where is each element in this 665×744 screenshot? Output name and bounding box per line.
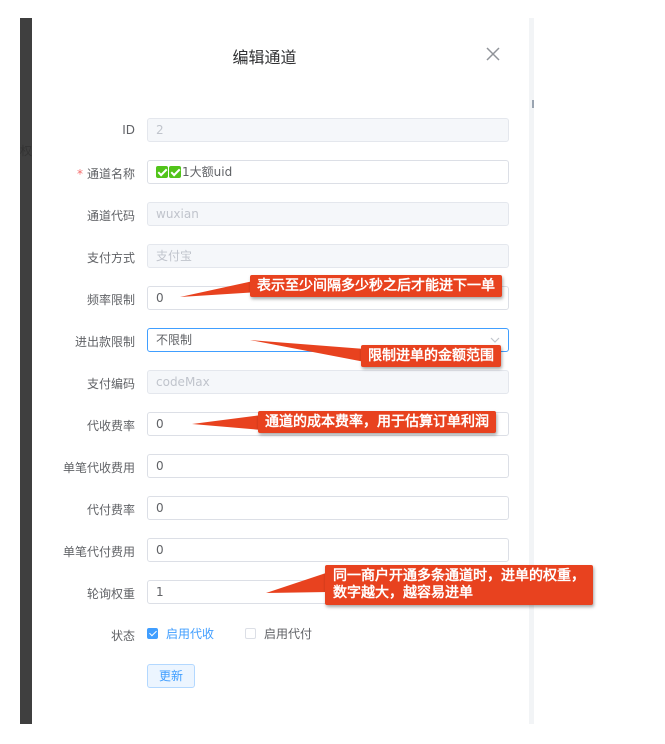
dialog-title: 编辑通道 (232, 48, 297, 67)
status-label: 状态 (110, 629, 135, 643)
chevron-down-icon (490, 337, 500, 343)
collect-fee-input[interactable]: 0 (147, 454, 509, 478)
code-label: 通道代码 (86, 209, 135, 223)
pay-method-input[interactable]: 支付宝 (147, 244, 509, 268)
annotation-weight-line2: 数字越大，越容易进单 (333, 585, 473, 601)
frequency-label: 频率限制 (86, 293, 135, 307)
close-icon (486, 47, 500, 61)
id-label: ID (122, 123, 135, 137)
dialog-header: 编辑通道 (32, 18, 529, 88)
background-tick (532, 100, 534, 108)
payout-rate-input[interactable]: 0 (147, 496, 509, 520)
background-partial-text: 权 (20, 144, 33, 158)
payout-fee-label: 单笔代付费用 (62, 545, 135, 559)
close-button[interactable] (485, 46, 501, 62)
id-input[interactable]: 2 (147, 118, 509, 142)
pay-code-input[interactable]: codeMax (147, 370, 509, 394)
enable-payout-label: 启用代付 (264, 627, 313, 641)
annotation-amount-range: 限制进单的金额范围 (361, 345, 501, 367)
form-row-name: * 通道名称 1大额uid (32, 160, 529, 184)
enable-collect-checkbox[interactable]: 启用代收 (147, 625, 214, 642)
pay-code-label: 支付编码 (86, 377, 135, 391)
form-row-pay-method: 支付方式 支付宝 (32, 244, 529, 268)
in-out-limit-value: 不限制 (156, 333, 193, 347)
background-sidebar (20, 18, 32, 724)
update-button[interactable]: 更新 (147, 664, 195, 688)
annotation-frequency: 表示至少间隔多少秒之后才能进下一单 (250, 275, 502, 297)
name-input[interactable]: 1大额uid (147, 160, 509, 184)
form-row-id: ID 2 (32, 118, 529, 142)
check-mark-icon (169, 166, 181, 178)
annotation-weight: 同一商户开通多条通道时，进单的权重， 数字越大，越容易进单 (325, 565, 593, 605)
code-input[interactable]: wuxian (147, 202, 509, 226)
edit-channel-dialog: 编辑通道 ID 2 * 通道名称 1大额uid 通道代码 wuxian 支付方式 … (32, 18, 529, 724)
form-row-status: 状态 启用代收 启用代付 (32, 622, 529, 646)
form-row-pay-code: 支付编码 codeMax (32, 370, 529, 394)
check-mark-icon (156, 166, 168, 178)
annotation-cost-rate: 通道的成本费率，用于估算订单利润 (258, 411, 496, 433)
pay-method-label: 支付方式 (86, 251, 135, 265)
name-label: * 通道名称 (32, 165, 135, 182)
form-row-payout-fee: 单笔代付费用 0 (32, 538, 529, 562)
checkbox-unchecked-icon (245, 628, 256, 639)
form-row-collect-fee: 单笔代收费用 0 (32, 454, 529, 478)
weight-label: 轮询权重 (86, 587, 135, 601)
name-label-text: 通道名称 (86, 167, 135, 181)
collect-fee-label: 单笔代收费用 (62, 461, 135, 475)
enable-payout-checkbox[interactable]: 启用代付 (245, 625, 312, 642)
annotation-weight-line1: 同一商户开通多条通道时，进单的权重， (333, 568, 585, 584)
name-input-value: 1大额uid (182, 165, 233, 179)
payout-rate-label: 代付费率 (86, 503, 135, 517)
required-mark: * (76, 167, 83, 181)
enable-collect-label: 启用代收 (166, 627, 215, 641)
in-out-limit-label: 进出款限制 (74, 335, 135, 349)
payout-fee-input[interactable]: 0 (147, 538, 509, 562)
form-row-payout-rate: 代付费率 0 (32, 496, 529, 520)
checkbox-checked-icon (147, 628, 158, 639)
collect-rate-label: 代收费率 (86, 419, 135, 433)
form-row-code: 通道代码 wuxian (32, 202, 529, 226)
